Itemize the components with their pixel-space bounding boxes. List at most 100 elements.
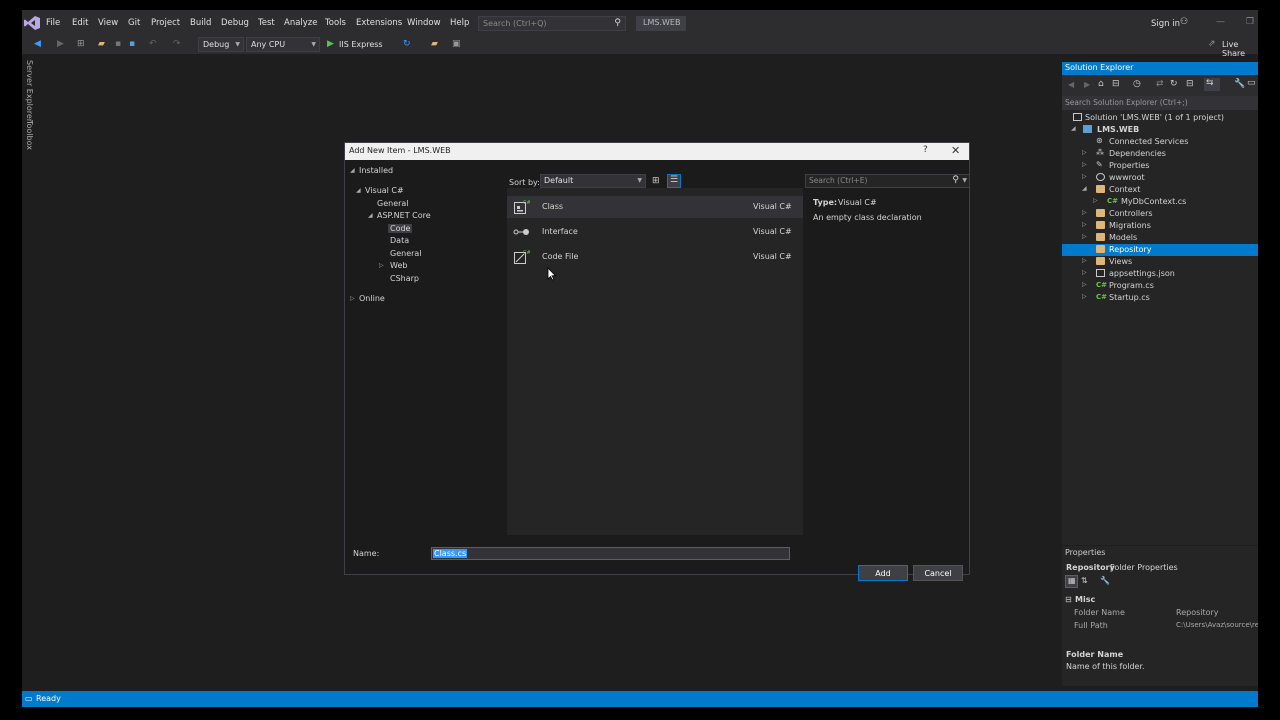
minimize-icon[interactable]: — bbox=[1216, 17, 1225, 27]
cancel-button[interactable]: Cancel bbox=[913, 565, 963, 581]
add-button[interactable]: Add bbox=[858, 565, 908, 581]
tree-item-wwwroot[interactable]: ▷ wwwroot bbox=[1062, 172, 1258, 184]
tree-item-repository[interactable]: Repository bbox=[1062, 244, 1258, 256]
tree-item-controllers[interactable]: ▷ Controllers bbox=[1062, 208, 1258, 220]
tree-web[interactable]: Web bbox=[390, 261, 407, 270]
live-share-icon[interactable]: ⇗ bbox=[1208, 39, 1216, 49]
collapsed-arrow-icon[interactable]: ▷ bbox=[1082, 221, 1087, 228]
preview-icon[interactable]: ▭ bbox=[1247, 78, 1256, 88]
tree-aspnet-core[interactable]: ASP.NET Core bbox=[377, 211, 431, 220]
property-pages-icon[interactable]: 🔧 bbox=[1100, 576, 1110, 585]
tree-code[interactable]: Code bbox=[388, 224, 413, 233]
back-icon[interactable]: ◀ bbox=[34, 39, 41, 49]
tree-item-mydbcontext[interactable]: ▷ C# MyDbContext.cs bbox=[1062, 196, 1258, 208]
menu-debug[interactable]: Debug bbox=[221, 18, 249, 28]
platform-select[interactable]: Any CPU ▼ bbox=[246, 37, 320, 52]
properties-wrench-icon[interactable]: 🔧 bbox=[1234, 79, 1245, 89]
menu-tools[interactable]: Tools bbox=[325, 18, 346, 28]
collapsed-arrow-icon[interactable]: ▷ bbox=[1082, 209, 1087, 216]
tree-item-properties[interactable]: ▷ ✎ Properties bbox=[1062, 160, 1258, 172]
collapsed-arrow-icon[interactable]: ▷ bbox=[1082, 161, 1087, 168]
tree-general[interactable]: General bbox=[377, 199, 409, 208]
categorized-icon[interactable]: ▦ bbox=[1065, 575, 1078, 588]
medium-icons-view-icon[interactable]: ⊞ bbox=[652, 176, 660, 186]
menu-window[interactable]: Window bbox=[407, 18, 441, 28]
sign-in-link[interactable]: Sign in bbox=[1151, 19, 1180, 29]
pending-changes-icon[interactable]: ◷ bbox=[1133, 79, 1141, 89]
help-icon[interactable]: ? bbox=[923, 145, 928, 155]
forward-icon[interactable]: ▶ bbox=[1084, 80, 1090, 89]
sync-icon[interactable]: ⇄ bbox=[1156, 79, 1164, 89]
browse-folder-icon[interactable]: ▰ bbox=[431, 39, 438, 49]
forward-icon[interactable]: ▶ bbox=[57, 39, 64, 49]
collapsed-arrow-icon[interactable]: ▷ bbox=[350, 295, 355, 302]
close-icon[interactable]: ✕ bbox=[951, 144, 960, 157]
global-search-input[interactable]: Search (Ctrl+Q) ⚲ bbox=[478, 16, 626, 31]
tree-item-appsettings[interactable]: ▷ appsettings.json bbox=[1062, 268, 1258, 280]
solution-explorer-search-input[interactable]: Search Solution Explorer (Ctrl+;) bbox=[1062, 96, 1258, 110]
toolbox-tab[interactable]: Toolbox bbox=[25, 120, 34, 150]
back-icon[interactable]: ◀ bbox=[1068, 80, 1074, 89]
configuration-select[interactable]: Debug ▼ bbox=[198, 37, 244, 52]
expanded-arrow-icon[interactable]: ◢ bbox=[350, 167, 355, 174]
live-share-button[interactable]: Live Share bbox=[1222, 40, 1258, 58]
tree-item-context[interactable]: ◢ Context bbox=[1062, 184, 1258, 196]
tree-item-solution[interactable]: Solution 'LMS.WEB' (1 of 1 project) bbox=[1062, 112, 1258, 124]
collapsed-arrow-icon[interactable]: ▷ bbox=[1082, 281, 1087, 288]
collapsed-arrow-icon[interactable]: ▷ bbox=[379, 262, 384, 269]
refresh-icon[interactable]: ↻ bbox=[1170, 79, 1178, 89]
template-item-class[interactable]: C# Class Visual C# bbox=[507, 196, 803, 218]
collapsed-arrow-icon[interactable]: ▷ bbox=[1082, 149, 1087, 156]
tree-item-dependencies[interactable]: ▷ ⁂ Dependencies bbox=[1062, 148, 1258, 160]
tree-visual-csharp[interactable]: Visual C# bbox=[365, 186, 404, 195]
show-all-files-icon[interactable]: ⇆ bbox=[1204, 78, 1220, 91]
tree-item-views[interactable]: ▷ Views bbox=[1062, 256, 1258, 268]
tree-item-startup[interactable]: ▷ C# Startup.cs bbox=[1062, 292, 1258, 304]
chevron-down-icon[interactable]: ▼ bbox=[962, 177, 967, 184]
list-view-icon[interactable]: ☰ bbox=[667, 174, 681, 188]
run-icon[interactable]: ▶ bbox=[327, 39, 334, 49]
template-search-input[interactable]: Search (Ctrl+E) ⚲ ▼ bbox=[805, 174, 970, 188]
tree-item-project[interactable]: ◢ LMS.WEB bbox=[1062, 124, 1258, 136]
open-file-icon[interactable]: ▰ bbox=[98, 39, 105, 49]
menu-git[interactable]: Git bbox=[128, 18, 140, 28]
expanded-arrow-icon[interactable]: ◢ bbox=[1071, 125, 1076, 132]
run-target-label[interactable]: IIS Express bbox=[339, 40, 383, 49]
template-item-code-file[interactable]: C# Code File Visual C# bbox=[507, 246, 803, 268]
refresh-icon[interactable]: ↻ bbox=[403, 39, 411, 49]
menu-analyze[interactable]: Analyze bbox=[284, 18, 318, 28]
menu-build[interactable]: Build bbox=[190, 18, 211, 28]
visual-studio-logo-icon[interactable] bbox=[24, 16, 40, 30]
sort-by-select[interactable]: Default ▼ bbox=[540, 174, 646, 188]
collapsed-arrow-icon[interactable]: ▷ bbox=[1082, 257, 1087, 264]
tree-data[interactable]: Data bbox=[390, 236, 409, 245]
tree-general-sub[interactable]: General bbox=[390, 249, 422, 258]
template-item-interface[interactable]: Interface Visual C# bbox=[507, 221, 803, 243]
menu-view[interactable]: View bbox=[98, 18, 118, 28]
screenshot-icon[interactable]: ▣ bbox=[452, 39, 461, 49]
account-icon[interactable]: ⚇ bbox=[1180, 17, 1188, 27]
new-project-icon[interactable]: ⊞ bbox=[77, 39, 85, 49]
tree-installed[interactable]: Installed bbox=[359, 166, 393, 175]
property-value[interactable]: Repository bbox=[1176, 608, 1219, 617]
collapsed-arrow-icon[interactable]: ▷ bbox=[1082, 269, 1087, 276]
save-icon[interactable]: ▪ bbox=[115, 39, 121, 49]
expanded-arrow-icon[interactable]: ◢ bbox=[368, 212, 373, 219]
expanded-arrow-icon[interactable]: ◢ bbox=[1082, 185, 1087, 192]
menu-help[interactable]: Help bbox=[450, 18, 469, 28]
collapsed-arrow-icon[interactable]: ▷ bbox=[1082, 233, 1087, 240]
alphabetical-icon[interactable]: ⇅ bbox=[1081, 576, 1088, 585]
tree-item-models[interactable]: ▷ Models bbox=[1062, 232, 1258, 244]
redo-icon[interactable]: ↷ bbox=[173, 39, 181, 49]
home-icon[interactable]: ⌂ bbox=[1098, 79, 1104, 89]
menu-file[interactable]: File bbox=[46, 18, 60, 28]
save-all-icon[interactable]: ▪ bbox=[129, 39, 135, 49]
tree-item-program[interactable]: ▷ C# Program.cs bbox=[1062, 280, 1258, 292]
collapsed-arrow-icon[interactable]: ▷ bbox=[1082, 173, 1087, 180]
tree-csharp[interactable]: CSharp bbox=[390, 274, 419, 283]
collapse-category-icon[interactable]: ⊟ bbox=[1065, 595, 1072, 604]
tree-online[interactable]: Online bbox=[359, 294, 385, 303]
tree-item-connected-services[interactable]: ⊛ Connected Services bbox=[1062, 136, 1258, 148]
restore-icon[interactable]: ❐ bbox=[1246, 17, 1254, 27]
property-value[interactable]: C:\Users\Avaz\source\re bbox=[1176, 621, 1258, 629]
